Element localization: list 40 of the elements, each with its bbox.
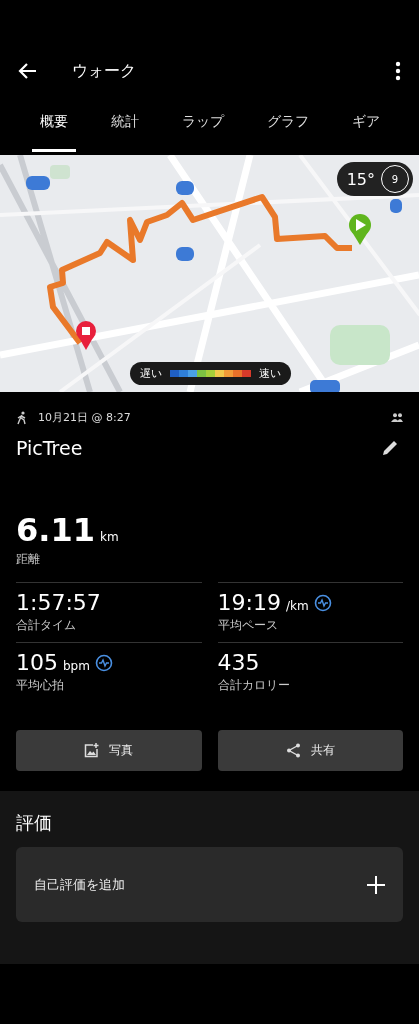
tab[interactable]: 概要 bbox=[31, 94, 76, 152]
share-icon bbox=[285, 743, 301, 758]
plus-icon bbox=[367, 875, 385, 894]
stat-value: 19:19 bbox=[217, 590, 281, 615]
legend-label: 遅い bbox=[140, 366, 162, 381]
distance-value: 6.11 bbox=[16, 511, 95, 549]
stat-value: 435 bbox=[217, 650, 260, 675]
share-button[interactable]: 共有 bbox=[217, 730, 403, 771]
activity-name: PicTree bbox=[16, 437, 83, 459]
tab[interactable]: ギア bbox=[343, 94, 388, 152]
tab[interactable]: ラップ bbox=[173, 94, 232, 152]
back-icon[interactable] bbox=[18, 61, 38, 81]
tab[interactable]: グラフ bbox=[258, 94, 317, 152]
edit-icon[interactable] bbox=[381, 439, 399, 457]
stat-value: 105 bbox=[16, 650, 58, 675]
stat-label: 平均心拍 bbox=[16, 677, 65, 694]
screen-title: ウォーク bbox=[72, 60, 137, 82]
people-icon bbox=[391, 413, 403, 422]
start-marker-icon bbox=[349, 214, 371, 245]
stat-label: 合計タイム bbox=[16, 617, 77, 634]
stat-unit: bpm bbox=[63, 659, 90, 673]
photo-button[interactable]: 写真 bbox=[16, 730, 202, 771]
weather-badge: 15° 9 bbox=[336, 162, 413, 196]
end-marker-icon bbox=[76, 321, 96, 350]
stat-value: 1:57:57 bbox=[16, 590, 101, 615]
heart-rate-chart-icon[interactable] bbox=[94, 653, 113, 672]
distance-unit: km bbox=[100, 530, 119, 544]
walking-icon bbox=[16, 410, 28, 425]
stat-unit: /km bbox=[285, 599, 309, 613]
legend-label: 速い bbox=[259, 366, 281, 381]
add-rating-button[interactable]: 自己評価を追加 bbox=[16, 847, 403, 922]
tab[interactable]: 統計 bbox=[102, 94, 147, 152]
activity-date: 10月21日 @ 8:27 bbox=[38, 410, 132, 425]
stat-label: 平均ペース bbox=[217, 617, 279, 634]
add-photo-icon bbox=[84, 743, 100, 758]
distance-label: 距離 bbox=[16, 551, 41, 568]
heart-rate-chart-icon[interactable] bbox=[313, 593, 332, 612]
more-icon[interactable] bbox=[395, 61, 401, 81]
stat-label: 合計カロリー bbox=[217, 677, 291, 694]
section-title: 評価 bbox=[16, 811, 53, 835]
